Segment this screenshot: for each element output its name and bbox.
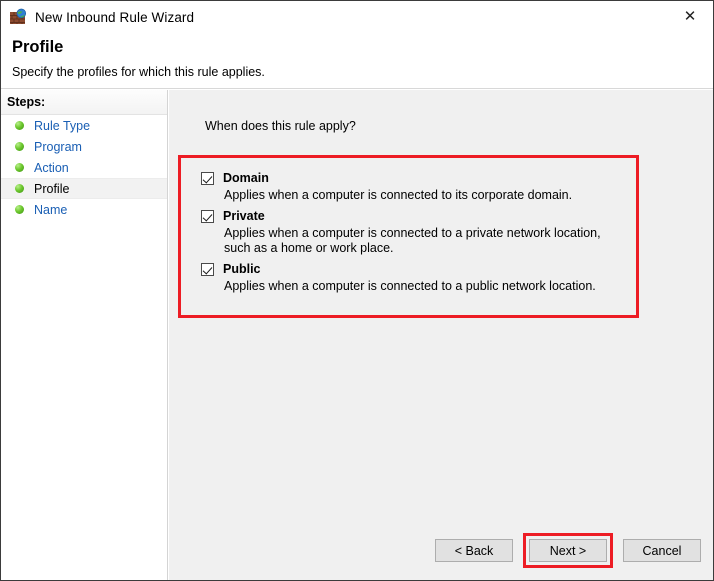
back-button[interactable]: < Back xyxy=(435,539,513,562)
content-panel: When does this rule apply? Domain Applie… xyxy=(169,90,713,580)
profile-description: Applies when a computer is connected to … xyxy=(224,226,601,255)
sidebar-item-program[interactable]: Program xyxy=(1,136,167,157)
firewall-globe-icon xyxy=(9,8,27,26)
close-button[interactable]: ✕ xyxy=(667,1,713,32)
wizard-window: New Inbound Rule Wizard ✕ Profile Specif… xyxy=(0,0,714,581)
question-label: When does this rule apply? xyxy=(205,119,356,133)
sidebar-item-label: Rule Type xyxy=(34,118,91,133)
profile-name-label: Public xyxy=(223,262,261,276)
sidebar-item-rule-type[interactable]: Rule Type xyxy=(1,115,167,136)
sidebar-item-profile[interactable]: Profile xyxy=(1,178,167,199)
steps-header: Steps: xyxy=(1,90,167,115)
sidebar-item-name[interactable]: Name xyxy=(1,199,167,220)
window-title: New Inbound Rule Wizard xyxy=(35,9,195,25)
step-bullet-icon xyxy=(15,184,24,193)
sidebar-item-action[interactable]: Action xyxy=(1,157,167,178)
profile-option-domain: Domain Applies when a computer is connec… xyxy=(178,171,639,203)
checkbox-domain[interactable] xyxy=(201,171,214,185)
profile-option-private-row[interactable]: Private xyxy=(178,209,639,223)
checkbox-public[interactable] xyxy=(201,262,214,276)
profile-option-private: Private Applies when a computer is conne… xyxy=(178,209,639,256)
step-bullet-icon xyxy=(15,121,24,130)
close-icon: ✕ xyxy=(683,8,697,25)
profile-options-group: Domain Applies when a computer is connec… xyxy=(178,155,639,318)
profile-option-domain-row[interactable]: Domain xyxy=(178,171,639,185)
cancel-button-slot: Cancel xyxy=(623,539,701,562)
page-title: Profile xyxy=(12,38,64,56)
sidebar-item-label: Action xyxy=(34,160,69,175)
steps-header-label: Steps: xyxy=(7,95,46,109)
step-bullet-icon xyxy=(15,163,24,172)
steps-sidebar: Steps: Rule Type Program Action Profile … xyxy=(1,90,168,580)
profile-description: Applies when a computer is connected to … xyxy=(224,188,573,202)
step-bullet-icon xyxy=(15,205,24,214)
back-button-slot: < Back xyxy=(435,539,513,562)
profile-description: Applies when a computer is connected to … xyxy=(224,279,596,293)
next-button-slot: Next > xyxy=(523,533,613,568)
page-subtitle: Specify the profiles for which this rule… xyxy=(12,65,265,79)
profile-option-public: Public Applies when a computer is connec… xyxy=(178,262,639,294)
profile-name-label: Private xyxy=(223,209,265,223)
page-header: Profile Specify the profiles for which t… xyxy=(1,33,713,89)
wizard-buttons: < Back Next > Cancel xyxy=(435,533,701,568)
title-bar: New Inbound Rule Wizard ✕ xyxy=(1,1,713,33)
profile-name-label: Domain xyxy=(223,171,269,185)
checkbox-private[interactable] xyxy=(201,209,214,223)
profile-option-public-row[interactable]: Public xyxy=(178,262,639,276)
cancel-button[interactable]: Cancel xyxy=(623,539,701,562)
next-button[interactable]: Next > xyxy=(529,539,607,562)
sidebar-item-label: Program xyxy=(34,139,82,154)
sidebar-item-label: Profile xyxy=(34,181,70,196)
sidebar-item-label: Name xyxy=(34,202,68,217)
step-bullet-icon xyxy=(15,142,24,151)
